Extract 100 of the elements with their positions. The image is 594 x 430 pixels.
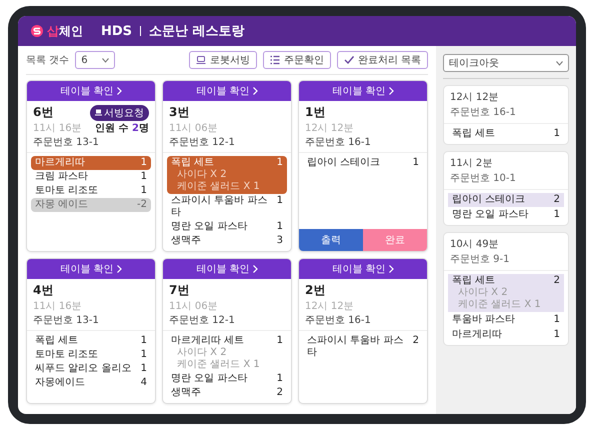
table-number: 2번 <box>305 282 326 299</box>
order-time: 11시 2분 <box>450 157 494 170</box>
table-check-button[interactable]: 테이블 확인 <box>27 259 155 279</box>
filter-select[interactable]: 테이크아웃 <box>443 54 569 72</box>
option-text: 케이준 샐러드 X 1 <box>176 181 261 193</box>
item-quantity: 3 <box>276 235 283 247</box>
item-name: 폭립 세트 <box>171 157 214 169</box>
caret-icon <box>556 60 563 66</box>
logo-icon <box>30 24 44 38</box>
item-quantity: 1 <box>412 157 419 169</box>
order-time: 10시 49분 <box>450 238 500 251</box>
option-text: 케이준 샐러드 X 1 <box>457 299 542 311</box>
item-quantity: 1 <box>554 209 560 221</box>
logo-text: 삽체인 <box>47 22 83 40</box>
item-name: 씨푸드 알리오 올리오 <box>35 363 132 375</box>
chevron-icon <box>252 87 258 95</box>
table-check-button[interactable]: 테이블 확인 <box>299 259 427 279</box>
order-time: 12시 12분 <box>305 300 354 313</box>
item-quantity: 2 <box>412 335 419 348</box>
order-time: 12시 12분 <box>305 122 354 135</box>
chevron-icon <box>388 87 394 95</box>
toolbar-button[interactable]: 주문확인 <box>262 51 331 69</box>
table-check-button[interactable]: 테이블 확인 <box>299 81 427 101</box>
item-name: 마르게리따 <box>452 329 502 341</box>
print-button[interactable]: 출력 <box>299 229 363 251</box>
item-name: 마르게리따 <box>35 157 85 169</box>
order-time: 11시 16분 <box>33 300 82 313</box>
item-quantity: 1 <box>276 221 283 233</box>
order-number: 주문번호 12-1 <box>169 314 236 327</box>
order-number: 주문번호 13-1 <box>33 314 100 327</box>
order-time: 12시 12분 <box>450 91 500 104</box>
item-quantity: 1 <box>554 314 560 326</box>
order-time: 11시 06분 <box>169 300 218 313</box>
brand-name: HDS <box>101 24 132 38</box>
order-time: 11시 16분 <box>33 122 82 135</box>
order-number: 주문번호 10-1 <box>450 172 517 185</box>
list-icon <box>270 55 280 65</box>
option-text: 케이준 샐러드 X 1 <box>176 359 261 371</box>
table-check-button[interactable]: 테이블 확인 <box>163 81 291 101</box>
restaurant-title: 소문난 레스토랑 <box>149 23 245 40</box>
count-select[interactable]: 6 <box>75 51 116 69</box>
item-name: 생맥주 <box>171 235 201 247</box>
table-check-button[interactable]: 테이블 확인 <box>163 259 291 279</box>
item-quantity: -2 <box>137 199 147 211</box>
item-name: 토마토 리조또 <box>35 185 98 197</box>
item-quantity: 2 <box>554 275 560 287</box>
item-name: 폭립 세트 <box>452 275 496 287</box>
option-text: 사이다 X 2 <box>457 287 509 299</box>
option-text: 사이다 X 2 <box>176 169 228 181</box>
item-quantity: 4 <box>140 377 147 389</box>
item-quantity: 1 <box>554 329 560 341</box>
toolbar-button[interactable]: 로봇서빙 <box>188 51 257 69</box>
chevron-icon <box>252 265 258 273</box>
item-quantity: 2 <box>554 194 560 206</box>
item-quantity: 1 <box>140 157 147 169</box>
chevron-icon <box>116 265 122 273</box>
item-quantity: 1 <box>554 128 560 140</box>
table-number: 3번 <box>169 104 190 121</box>
tray-icon <box>95 109 102 116</box>
table-number: 1번 <box>305 104 326 121</box>
item-name: 립아이 스테이크 <box>307 157 380 169</box>
item-name: 마르게리따 세트 <box>171 335 244 347</box>
chevron-icon <box>388 265 394 273</box>
item-name: 생맥주 <box>171 387 201 399</box>
table-check-button[interactable]: 테이블 확인 <box>27 81 155 101</box>
tray-icon <box>196 55 206 65</box>
item-name: 폭립 세트 <box>452 128 496 140</box>
order-number: 주문번호 12-1 <box>169 136 236 149</box>
order-number: 주문번호 16-1 <box>305 314 372 327</box>
table-number: 4번 <box>33 282 54 299</box>
item-name: 투움바 파스타 <box>452 314 516 326</box>
item-name: 명란 오일 파스타 <box>171 373 248 385</box>
item-quantity: 1 <box>140 335 147 347</box>
item-name: 스파이시 투움바 파스타 <box>307 335 404 359</box>
table-number: 6번 <box>33 104 54 121</box>
item-name: 자몽 에이드 <box>35 199 88 211</box>
caret-icon <box>102 58 110 62</box>
item-quantity: 1 <box>276 373 283 385</box>
item-name: 토마토 리조또 <box>35 349 98 361</box>
item-quantity: 1 <box>276 195 283 208</box>
toolbar-button[interactable]: 완료처리 목록 <box>336 51 428 69</box>
item-name: 스파이시 투움바 파스타 <box>171 195 268 219</box>
guest-count: 인원 수 2명 <box>95 122 149 135</box>
item-quantity: 1 <box>140 349 147 361</box>
item-quantity: 1 <box>276 157 283 169</box>
order-number: 주문번호 13-1 <box>33 136 100 149</box>
order-number: 주문번호 9-1 <box>450 253 511 266</box>
order-number: 주문번호 16-1 <box>305 136 372 149</box>
chevron-icon <box>116 87 122 95</box>
item-quantity: 1 <box>140 363 147 375</box>
item-name: 자몽에이드 <box>35 377 85 389</box>
item-quantity: 1 <box>140 171 147 183</box>
item-quantity: 1 <box>276 335 283 347</box>
order-number: 주문번호 16-1 <box>450 106 517 119</box>
item-name: 립아이 스테이크 <box>452 194 526 206</box>
item-name: 명란 오일 파스타 <box>171 221 248 233</box>
item-name: 명란 오일 파스타 <box>452 209 528 221</box>
count-label: 목록 갯수 <box>26 54 70 67</box>
check-icon <box>344 55 354 65</box>
item-name: 크림 파스타 <box>35 171 88 183</box>
